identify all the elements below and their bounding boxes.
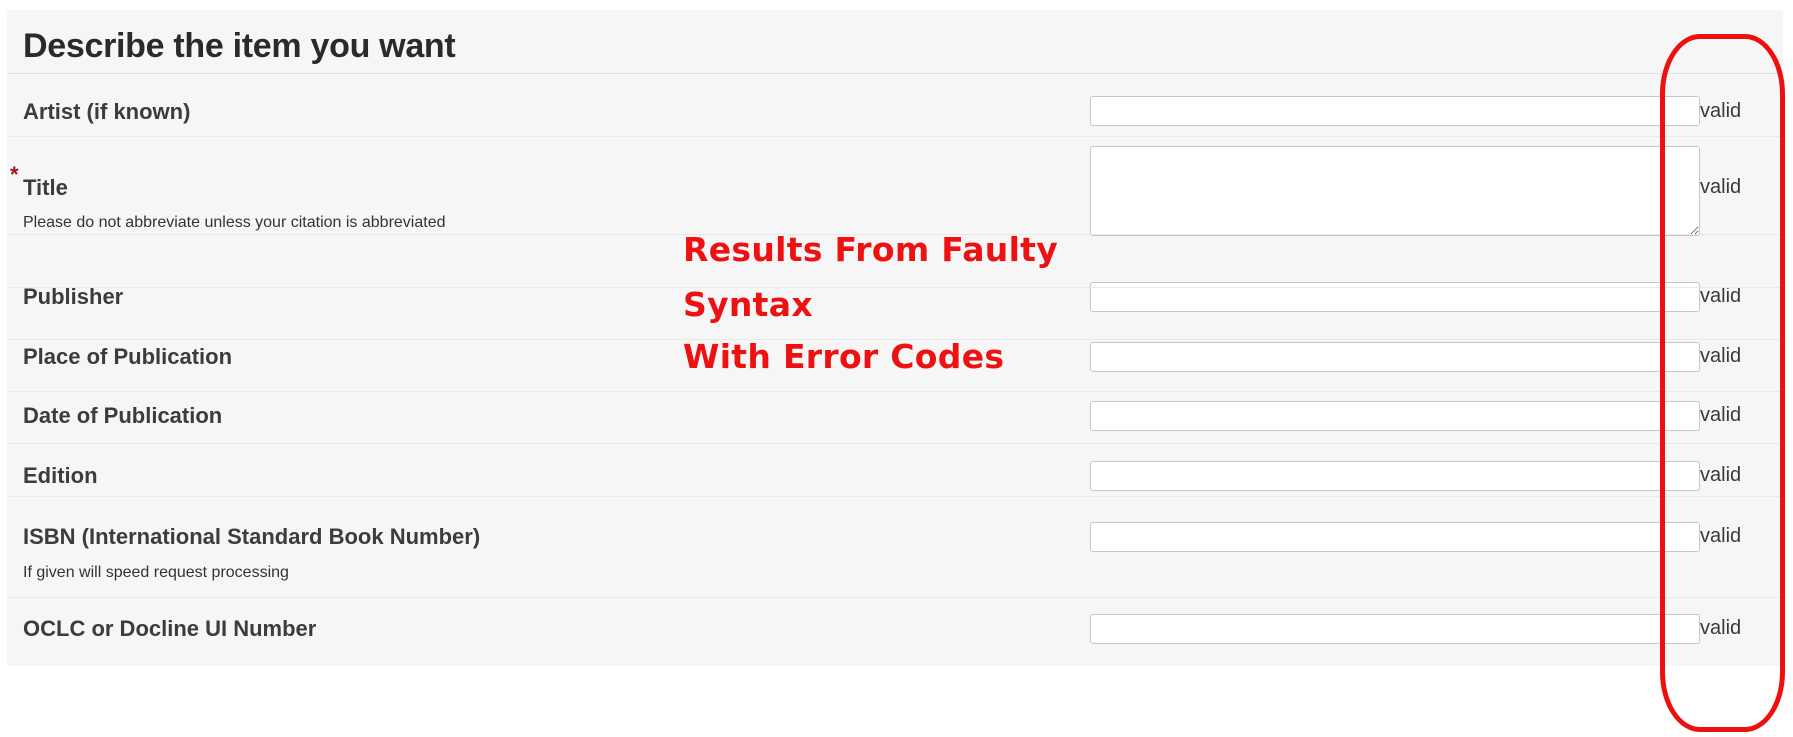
oclc-input[interactable] bbox=[1090, 614, 1700, 644]
artist-input[interactable] bbox=[1090, 96, 1700, 126]
title-hint: Please do not abbreviate unless your cit… bbox=[23, 214, 446, 231]
date-of-publication-input[interactable] bbox=[1090, 401, 1700, 431]
title-label: Title bbox=[23, 175, 68, 200]
edition-input[interactable] bbox=[1090, 461, 1700, 491]
row-divider bbox=[7, 287, 1783, 288]
annotation-line-1: Results From Faulty bbox=[683, 230, 1059, 269]
edition-label: Edition bbox=[23, 463, 98, 488]
heading-divider bbox=[7, 73, 1783, 74]
isbn-hint: If given will speed request processing bbox=[23, 564, 289, 581]
screenshot-canvas: Describe the item you want Artist (if kn… bbox=[0, 0, 1793, 737]
place-of-publication-label: Place of Publication bbox=[23, 344, 233, 369]
isbn-label: ISBN (International Standard Book Number… bbox=[23, 524, 481, 549]
row-divider bbox=[7, 136, 1783, 137]
row-divider bbox=[7, 391, 1783, 392]
date-of-publication-label: Date of Publication bbox=[23, 403, 223, 428]
title-textarea[interactable] bbox=[1090, 146, 1700, 236]
place-of-publication-input[interactable] bbox=[1090, 342, 1700, 372]
highlight-oval bbox=[1660, 34, 1785, 732]
required-marker: * bbox=[10, 162, 19, 187]
oclc-label: OCLC or Docline UI Number bbox=[23, 616, 317, 641]
form-heading: Describe the item you want bbox=[23, 27, 456, 65]
annotation-line-2: Syntax bbox=[683, 285, 813, 324]
row-divider bbox=[7, 496, 1783, 497]
annotation-line-3: With Error Codes bbox=[683, 337, 1005, 376]
artist-label: Artist (if known) bbox=[23, 99, 191, 124]
row-divider bbox=[7, 443, 1783, 444]
row-divider bbox=[7, 597, 1783, 598]
isbn-input[interactable] bbox=[1090, 522, 1700, 552]
